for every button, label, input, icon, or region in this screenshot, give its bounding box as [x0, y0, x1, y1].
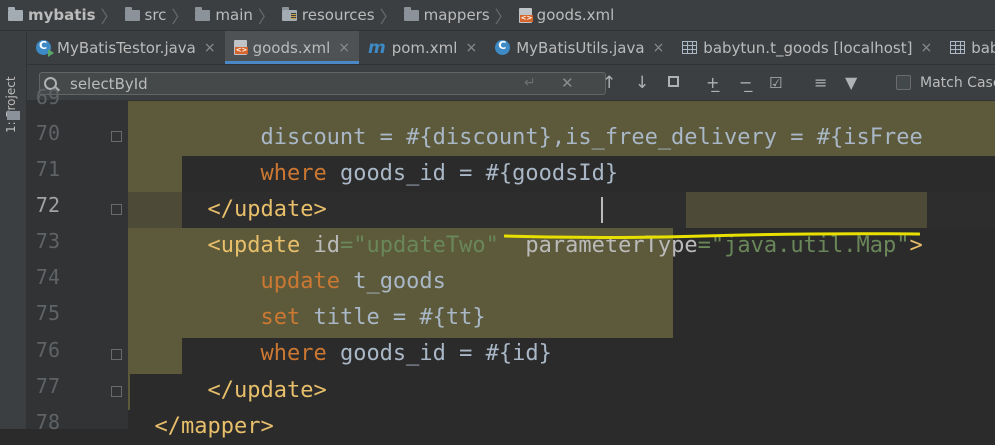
breadcrumb-separator-icon: 〉	[494, 7, 512, 28]
tab-pom-xml[interactable]: m pom.xml ×	[359, 31, 486, 64]
tab-label: bab	[971, 38, 995, 57]
fold-marker-icon[interactable]	[111, 386, 122, 397]
folder-icon	[124, 6, 140, 21]
java-class-run-icon	[36, 39, 54, 57]
tab-label: babytun.t_goods [localhost]	[703, 38, 913, 57]
tab-babytun-t-goods[interactable]: babytun.t_goods [localhost] ×	[673, 31, 941, 64]
breadcrumb-item-label: main	[215, 6, 253, 24]
tab-goods-xml[interactable]: goods.xml ×	[224, 31, 360, 64]
tab-mybatistestor[interactable]: MyBatisTestor.java ×	[27, 31, 225, 64]
folder-icon	[195, 6, 211, 21]
line-number: 73	[35, 229, 60, 253]
code-line-69[interactable]: discount = #{discount},is_free_delivery …	[128, 84, 995, 150]
xml-file-icon	[233, 40, 249, 55]
breadcrumb-item-src[interactable]: src	[124, 6, 167, 24]
breadcrumb-separator-icon: 〉	[257, 7, 275, 28]
breadcrumb-item-label: goods.xml	[536, 6, 615, 24]
code-line-71[interactable]: </update>	[128, 156, 995, 222]
close-icon[interactable]: ×	[653, 40, 665, 56]
fold-marker-icon[interactable]	[111, 131, 122, 142]
tab-label: MyBatisTestor.java	[57, 38, 196, 57]
breadcrumb-separator-icon: 〉	[100, 7, 118, 28]
java-class-icon	[495, 39, 511, 55]
code-line-75[interactable]: where goods_id = #{id}	[128, 300, 995, 366]
breadcrumb: mybatis 〉 src 〉 main 〉 resources 〉 mappe…	[0, 0, 995, 31]
code-line-74[interactable]: set title = #{tt}	[128, 264, 995, 330]
breadcrumb-project[interactable]: mybatis	[8, 6, 96, 24]
line-number-current: 72	[35, 193, 60, 217]
breadcrumb-item-main[interactable]: main	[195, 6, 253, 24]
maven-icon: m	[367, 37, 386, 58]
fold-marker-icon[interactable]	[111, 349, 122, 360]
line-number: 75	[35, 301, 60, 325]
close-icon[interactable]: ×	[920, 40, 932, 56]
breadcrumb-item-label: resources	[301, 6, 375, 24]
xml-close-tag: </mapper>	[154, 414, 274, 439]
code-line-70[interactable]: where goods_id = #{goodsId}	[128, 120, 995, 186]
tab-babytun-more[interactable]: bab	[941, 31, 995, 64]
project-folder-icon	[7, 111, 20, 120]
code-line-77[interactable]: </mapper>	[128, 373, 995, 439]
table-icon	[682, 41, 698, 54]
tab-mybatisutils[interactable]: MyBatisUtils.java ×	[486, 31, 673, 64]
breadcrumb-item-mappers[interactable]: mappers	[403, 6, 490, 24]
line-number: 71	[35, 157, 60, 181]
resources-folder-icon	[281, 6, 297, 21]
breadcrumb-item-label: mappers	[423, 6, 490, 24]
close-icon[interactable]: ×	[338, 40, 350, 56]
folder-icon	[403, 6, 419, 21]
breadcrumb-project-label: mybatis	[28, 6, 96, 24]
breadcrumb-item-resources[interactable]: resources	[281, 6, 375, 24]
editor-tabs: MyBatisTestor.java × goods.xml × m pom.x…	[27, 31, 995, 65]
breadcrumb-separator-icon: 〉	[171, 7, 189, 28]
code-line-76[interactable]: </update>	[128, 337, 995, 403]
xml-file-icon	[518, 7, 534, 23]
breadcrumb-item-file[interactable]: goods.xml	[518, 6, 615, 24]
tab-label: goods.xml	[252, 38, 331, 57]
close-icon[interactable]: ×	[465, 40, 477, 56]
line-number: 77	[35, 374, 60, 398]
breadcrumb-separator-icon: 〉	[379, 7, 397, 28]
line-number: 78	[35, 410, 60, 434]
tab-label: pom.xml	[391, 38, 458, 57]
table-icon	[950, 41, 966, 54]
fold-marker-icon[interactable]	[111, 204, 122, 215]
annotation-underline	[504, 232, 920, 239]
text-caret	[601, 197, 603, 223]
project-folder-icon	[8, 6, 23, 21]
close-icon[interactable]: ×	[204, 40, 216, 56]
line-number: 76	[35, 338, 60, 362]
breadcrumb-item-label: src	[144, 6, 167, 24]
line-number: 74	[35, 265, 60, 289]
line-number: 69	[35, 85, 60, 109]
line-number: 70	[35, 121, 60, 145]
code-line-72[interactable]: <update id="updateTwo" parameterType="ja…	[128, 192, 995, 258]
tab-label: MyBatisUtils.java	[516, 38, 645, 57]
